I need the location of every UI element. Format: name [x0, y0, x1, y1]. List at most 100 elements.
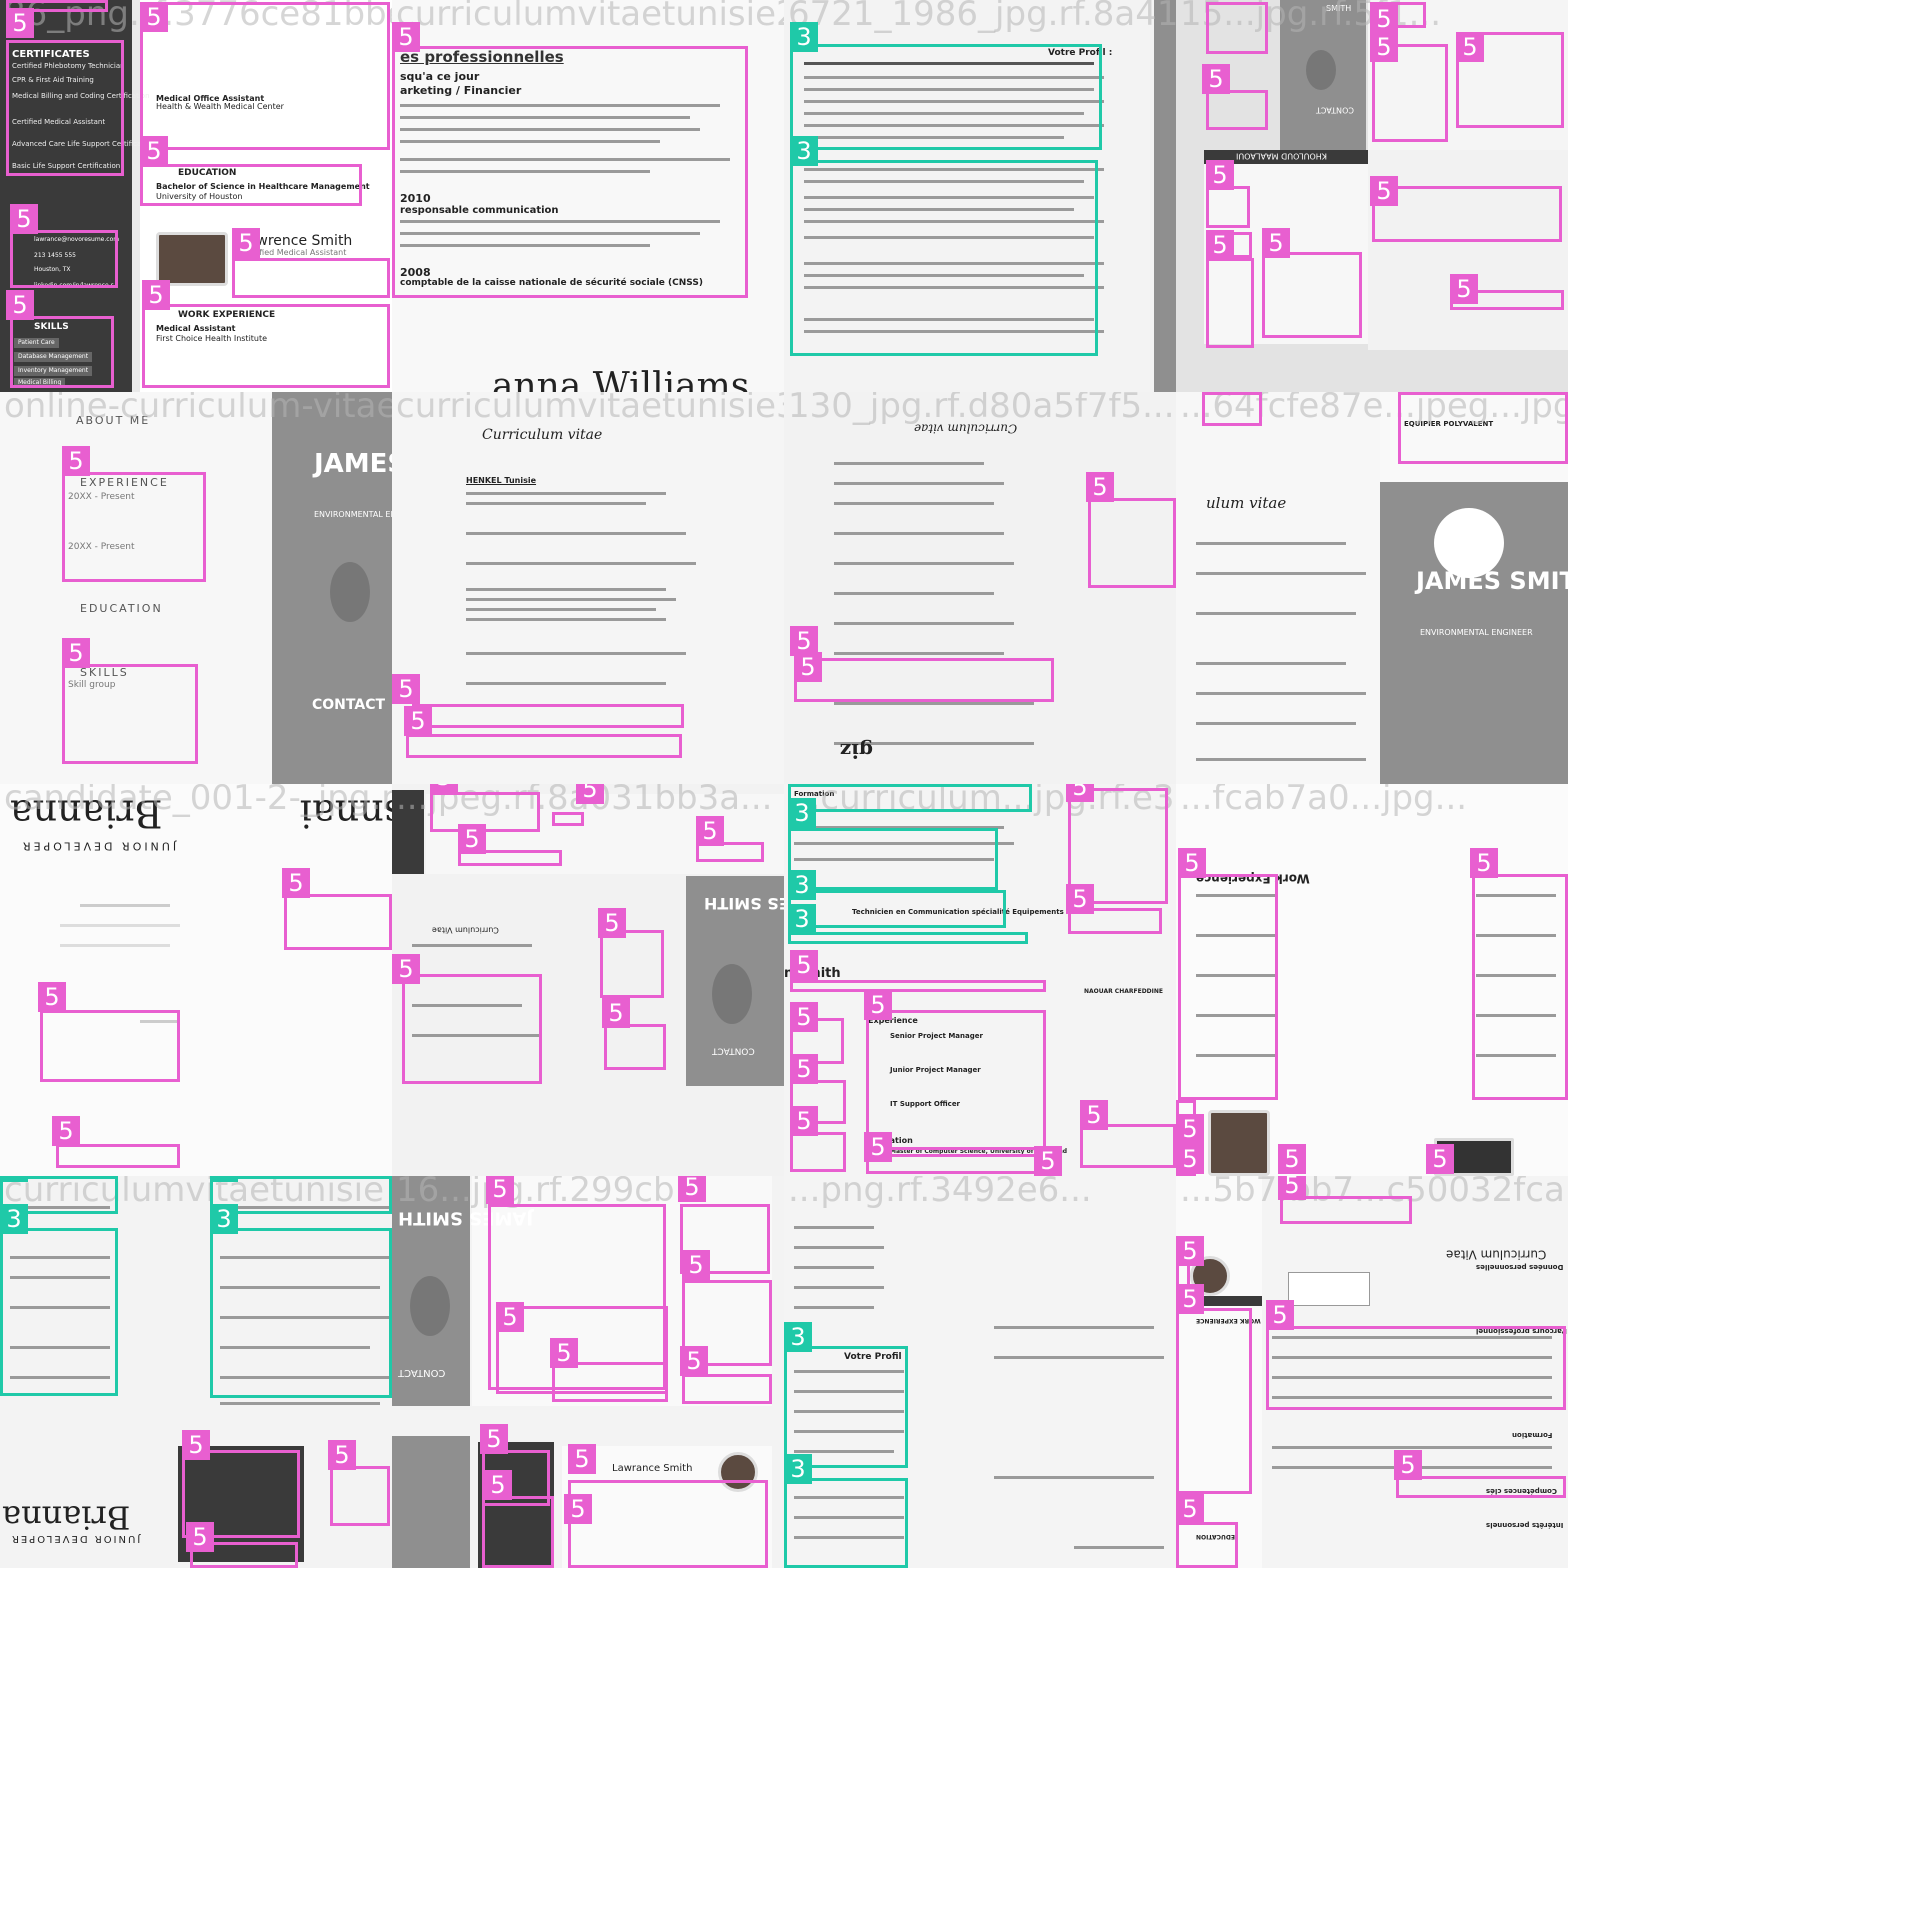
- text-line-placeholder: [794, 1286, 884, 1289]
- annotation-box-pink: [604, 1024, 666, 1070]
- annotation-label-pink: 5: [6, 8, 34, 38]
- text-line-placeholder: [994, 1356, 1164, 1359]
- text-line-placeholder: [1196, 542, 1346, 545]
- text-line-placeholder: [1196, 572, 1366, 575]
- tile-1: CERTIFICATES Certified Phlebotomy Techni…: [0, 0, 392, 392]
- annotation-label-pink: 5: [568, 1444, 596, 1474]
- annotation-label-pink: 5: [38, 982, 66, 1012]
- annotation-box-pink: [62, 472, 206, 582]
- document-region: [1368, 150, 1568, 350]
- annotation-box-pink: [412, 704, 684, 728]
- job-title: JUNIOR DEVELOPER: [20, 839, 177, 853]
- annotation-label-pink: 5: [430, 784, 458, 792]
- annotation-box-pink: [1206, 2, 1268, 54]
- annotation-label-pink: 5: [10, 204, 38, 234]
- mosaic-grid: CERTIFICATES Certified Phlebotomy Techni…: [0, 0, 1920, 1920]
- tile-10: JAMES SMITH CONTACT Curriculum Vitae 5 5…: [392, 784, 784, 1176]
- text-line-placeholder: [794, 1266, 874, 1269]
- annotation-label-pink: 5: [496, 1302, 524, 1332]
- annotation-label-teal: 3: [784, 1454, 812, 1484]
- candidate-banner: NAOUAR CHARFEDDINE: [1084, 988, 1164, 995]
- annotation-box-teal: [210, 1228, 392, 1398]
- text-line-placeholder: [466, 618, 666, 621]
- annotation-label-pink: 5: [794, 652, 822, 682]
- annotation-label-pink: 5: [1266, 1300, 1294, 1330]
- annotation-label-teal: 3: [788, 870, 816, 900]
- annotation-label-pink: 5: [696, 816, 724, 846]
- text-line-placeholder: [794, 1246, 884, 1249]
- annotation-label-pink: 5: [1206, 160, 1234, 190]
- tile-13: Brianna JUNIOR DEVELOPER 3 3 3 3 5 5 5 c…: [0, 1176, 392, 1568]
- tile-5: ABOUT ME EXPERIENCE 20XX - Present 20XX …: [0, 392, 392, 784]
- annotation-box-pink: [56, 1144, 180, 1168]
- section-heading: Données personnelles: [1476, 1263, 1564, 1272]
- annotation-label-pink: 5: [182, 1430, 210, 1460]
- annotation-box-teal: [784, 1346, 908, 1468]
- annotation-label-teal: 3: [788, 798, 816, 828]
- annotation-label-pink: 5: [576, 784, 604, 804]
- annotation-box-pink: [1206, 186, 1250, 228]
- annotation-label-pink: 5: [392, 954, 420, 984]
- annotation-label-pink: 5: [1080, 1100, 1108, 1130]
- annotation-box-teal: [788, 932, 1028, 944]
- text-line-placeholder: [466, 598, 676, 601]
- annotation-box-pink: [1176, 1522, 1238, 1568]
- annotation-box-pink: [1280, 1196, 1412, 1224]
- annotation-box-pink: [568, 1480, 768, 1568]
- annotation-label-teal: 3: [790, 22, 818, 52]
- annotation-box-teal: [788, 828, 998, 890]
- annotation-box-pink: [62, 664, 198, 764]
- text-line-placeholder: [466, 532, 686, 535]
- education-heading: EDUCATION: [80, 602, 163, 615]
- annotation-label-pink: 5: [564, 1494, 592, 1524]
- annotation-box-pink: [142, 304, 390, 388]
- tile-9: Brianna snnai JUNIOR DEVELOPER 5 5 5 can…: [0, 784, 392, 1176]
- annotation-box-pink: [140, 164, 362, 206]
- text-line-placeholder: [834, 532, 1004, 535]
- text-line-placeholder: [60, 924, 180, 927]
- candidate-name: Lawrance Smith: [612, 1463, 693, 1474]
- annotation-label-teal: 3: [210, 1204, 238, 1234]
- text-line-placeholder: [60, 944, 170, 947]
- text-line-placeholder: [1196, 692, 1366, 695]
- annotation-label-pink: 5: [790, 1054, 818, 1084]
- annotation-box-teal: [790, 160, 1098, 356]
- annotation-box-pink: [232, 258, 390, 298]
- document-region: [392, 790, 424, 874]
- annotation-label-pink: 5: [680, 1346, 708, 1376]
- annotation-box-pink: [682, 1374, 772, 1404]
- annotation-label-pink: 5: [1178, 848, 1206, 878]
- contact-heading: CONTACT: [398, 1367, 446, 1378]
- tile-3: Votre Profil : 3 3 6721_1986_jpg.rf.8a41…: [784, 0, 1176, 392]
- avatar: [156, 232, 228, 286]
- text-line-placeholder: [834, 702, 1034, 705]
- annotation-box-pink: [10, 230, 118, 288]
- annotation-label-pink: 5: [1034, 1146, 1062, 1176]
- annotation-label-pink: 5: [602, 998, 630, 1028]
- text-line-placeholder: [994, 1326, 1154, 1329]
- annotation-label-pink: 5: [1176, 1114, 1204, 1144]
- annotation-label-pink: 5: [1176, 1144, 1204, 1174]
- annotation-label-pink: 5: [140, 136, 168, 166]
- annotation-label-pink: 5: [480, 1424, 508, 1454]
- annotation-label-pink: 5: [1370, 4, 1398, 34]
- annotation-label-pink: 5: [1370, 32, 1398, 62]
- text-line-placeholder: [1196, 662, 1346, 665]
- text-line-placeholder: [1196, 612, 1356, 615]
- annotation-box-pink: [1088, 498, 1176, 588]
- text-line-placeholder: [466, 652, 686, 655]
- text-line-placeholder: [412, 944, 532, 947]
- doc-title: Curriculum vitae: [482, 427, 603, 443]
- annotation-label-pink: 5: [1262, 228, 1290, 258]
- annotation-box-pink: [600, 930, 664, 998]
- annotation-label-pink: 5: [404, 706, 432, 736]
- tile-8: ulum vitae EQUIPIER POLYVALENT JAMES SMI…: [1176, 392, 1568, 784]
- annotation-label-pink: 5: [1278, 1176, 1306, 1200]
- illustration-icon: [330, 562, 370, 622]
- big-name: JAMES SMITH: [314, 449, 392, 479]
- big-name: anna Williams: [492, 366, 750, 392]
- illustration-icon: [1306, 50, 1336, 90]
- annotation-box-pink: [6, 40, 124, 176]
- annotation-label-teal: 3: [210, 1176, 238, 1182]
- text-line-placeholder: [466, 682, 666, 685]
